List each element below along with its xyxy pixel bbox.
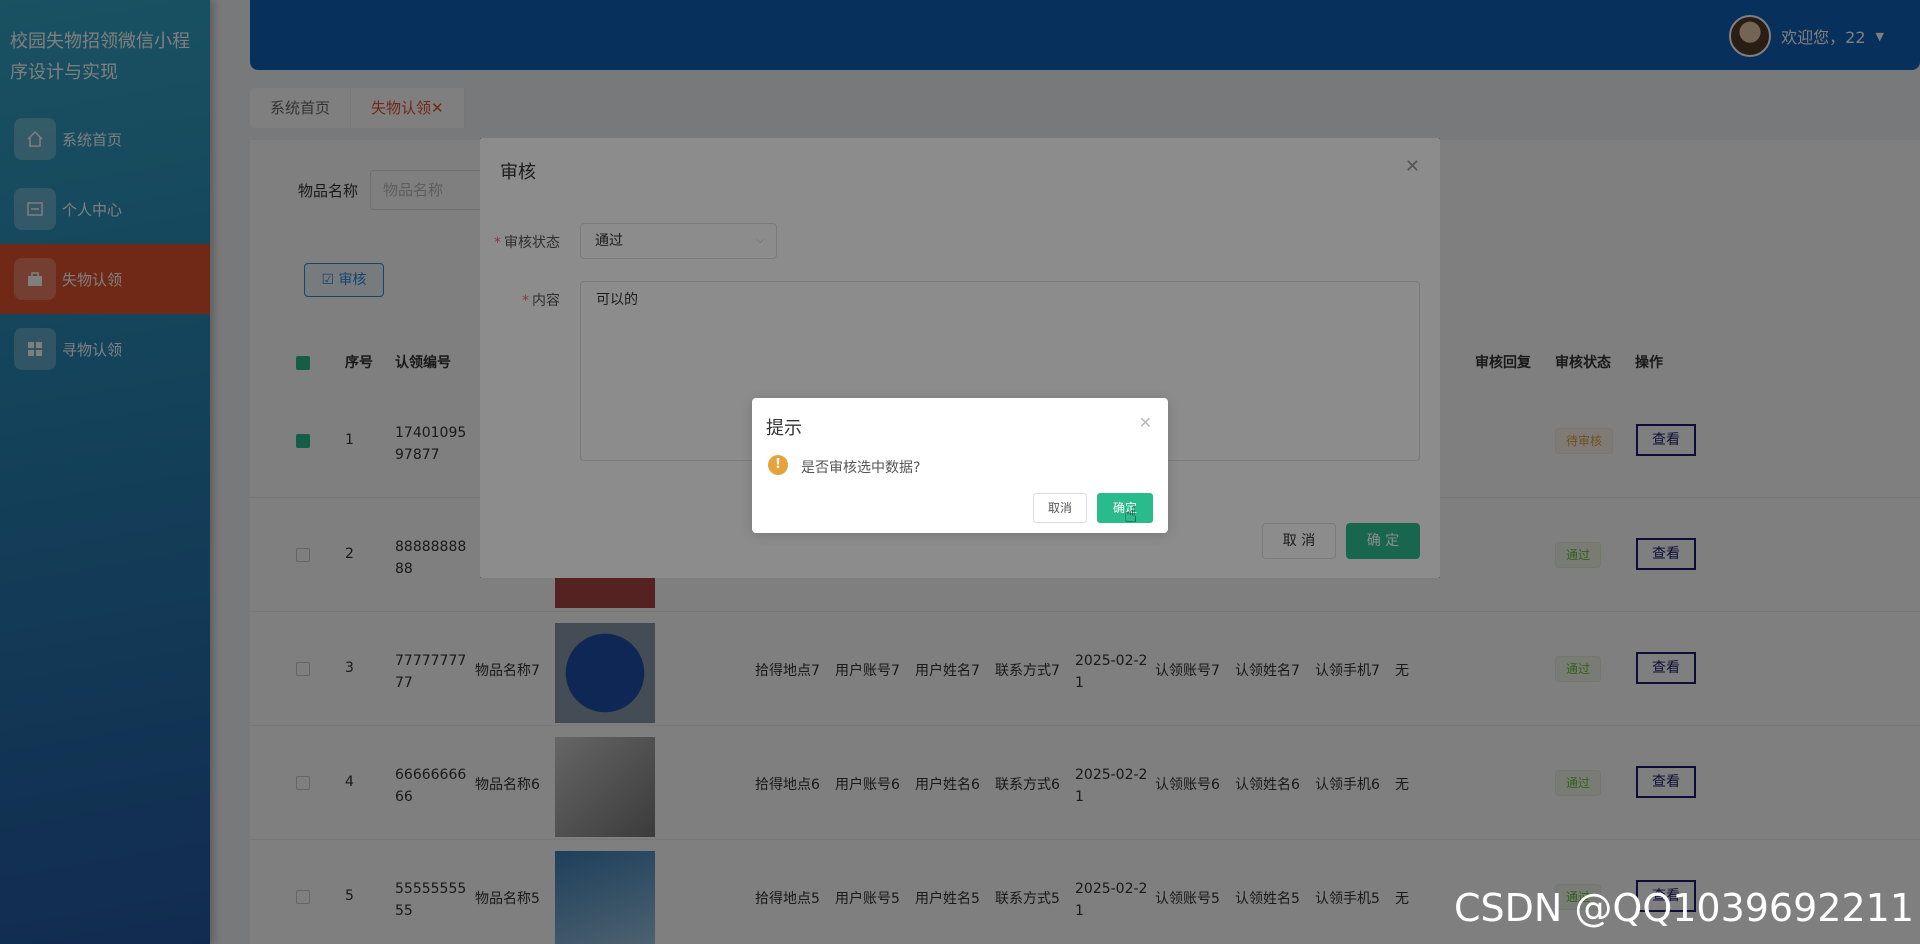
messagebox-title: 提示	[766, 418, 802, 439]
watermark: CSDN @QQ1039692211	[1453, 886, 1914, 930]
app-window: 校园失物招领微信小程序设计与实现 系统首页 个人中心 失物认领 寻物认领 欢迎您…	[0, 0, 1920, 944]
confirm-messagebox: 提示 ✕ ! 是否审核选中数据? 取消 确定	[752, 398, 1168, 533]
warning-icon: !	[768, 455, 788, 475]
messagebox-message: 是否审核选中数据?	[801, 460, 921, 476]
close-icon[interactable]: ✕	[1139, 413, 1152, 432]
messagebox-cancel-button[interactable]: 取消	[1033, 493, 1087, 523]
hand-cursor-icon: ☝	[1124, 503, 1138, 528]
